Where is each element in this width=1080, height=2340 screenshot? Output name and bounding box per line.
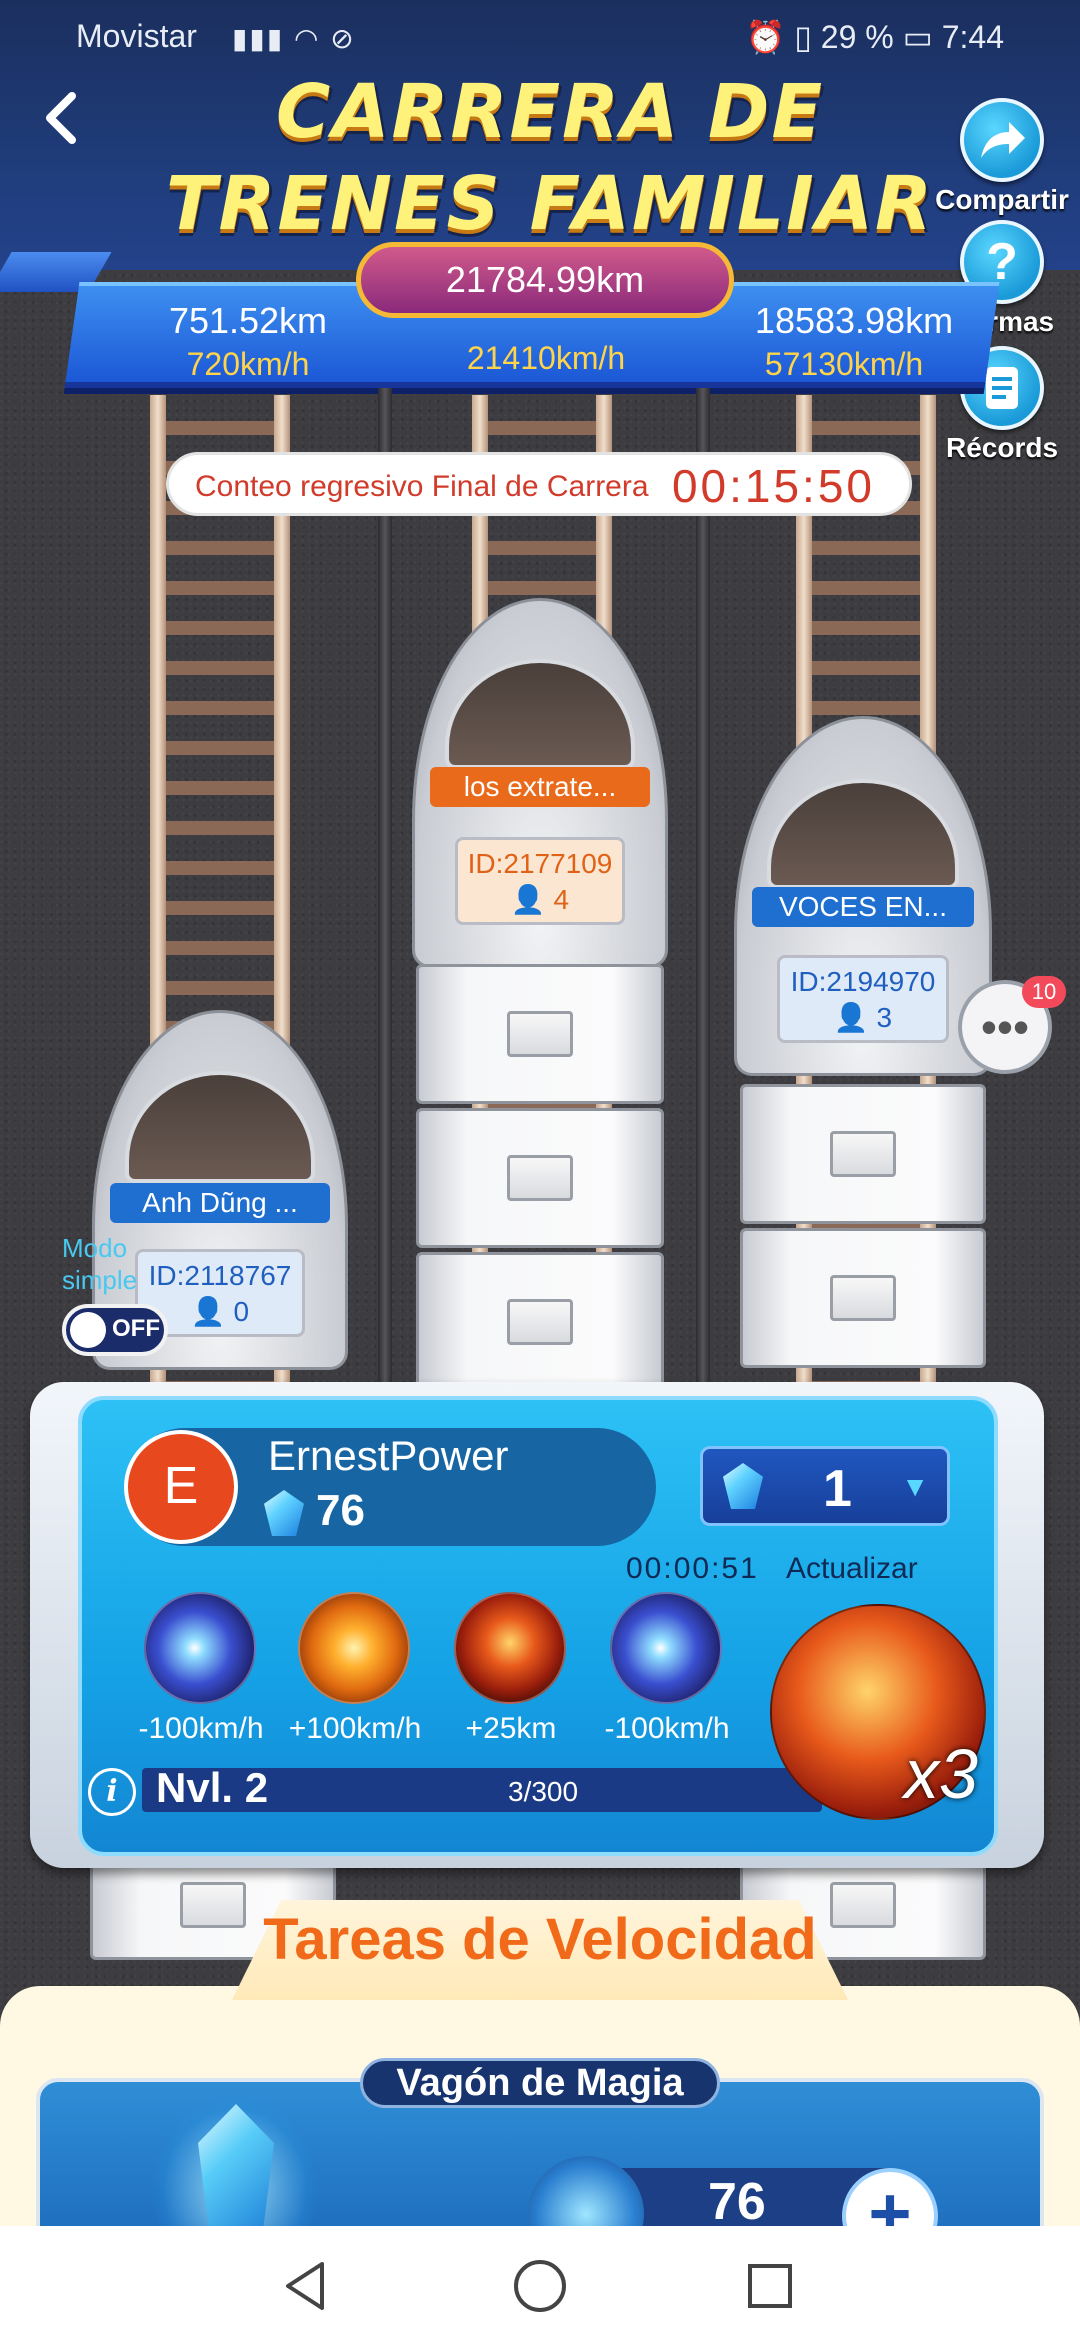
leader-distance-pill: 21784.99km — [356, 242, 734, 318]
skill-effect-label: +25km — [465, 1712, 557, 1745]
system-nav-bar — [0, 2226, 1080, 2340]
train-window — [767, 779, 959, 889]
chevron-left-icon — [46, 92, 76, 144]
person-icon: 👤 — [510, 884, 546, 915]
train-window — [445, 659, 635, 769]
train-car — [416, 1108, 664, 1248]
train-team-2[interactable]: los extrate... ID:2177109 👤 4 — [412, 598, 668, 1392]
person-icon: 👤 — [833, 1002, 869, 1033]
title-line-1: CARRERA DE — [275, 69, 825, 155]
carrier-name: Movistar — [76, 18, 197, 54]
lightning-blue-icon[interactable] — [144, 1592, 256, 1704]
nav-home-icon[interactable] — [510, 2256, 570, 2316]
toggle-knob — [70, 1312, 106, 1348]
signal-wifi-icons: ▮▮▮ ◠ ⊘ — [232, 23, 356, 54]
title-line-2: TRENES FAMILIAR — [166, 161, 934, 247]
share-label: Compartir — [935, 184, 1069, 215]
status-right: ⏰ ▯ 29 % ▭ 7:44 — [746, 18, 1004, 56]
team-name-plate: los extrate... — [430, 767, 650, 807]
vibrate-icon: ▯ — [794, 19, 812, 55]
lane-divider — [696, 388, 710, 1388]
team-name-plate: VOCES EN... — [752, 887, 974, 927]
right-team-speed: 57130km/h — [764, 346, 924, 382]
gem-count: 76 — [316, 1486, 365, 1535]
multiplier-label: x3 — [904, 1735, 978, 1813]
magic-counter-value: 76 — [708, 2173, 766, 2231]
train-car — [740, 1084, 986, 1224]
team-id: ID:2118767 — [148, 1260, 292, 1291]
toggle-state: OFF — [112, 1315, 160, 1342]
battery-icon: ▭ — [902, 19, 933, 55]
team-members: 👤 4 — [510, 884, 570, 915]
train-car — [416, 1252, 664, 1392]
lightning-blue-icon[interactable] — [610, 1592, 722, 1704]
quantity-select[interactable]: 1 ▼ — [700, 1446, 950, 1526]
gem-icon — [723, 1463, 763, 1509]
right-team-distance: 18583.98km — [754, 300, 954, 341]
dropdown-arrow-icon: ▼ — [901, 1471, 929, 1502]
team-id: ID:2194970 — [790, 966, 936, 997]
share-button[interactable]: Compartir — [932, 98, 1072, 216]
chat-unread-badge: 10 — [1022, 976, 1066, 1008]
simple-mode-label: Modo simple — [62, 1233, 138, 1295]
train-window — [125, 1071, 315, 1183]
team-id-card: ID:2194970 👤 3 — [777, 955, 949, 1043]
skill-effect-label: +100km/h — [288, 1712, 422, 1745]
train-nose: los extrate... ID:2177109 👤 4 — [412, 598, 668, 968]
race-countdown: Conteo regresivo Final de Carrera 00:15:… — [166, 452, 912, 516]
team-members: 👤 3 — [833, 1002, 893, 1033]
train-nose: VOCES EN... ID:2194970 👤 3 — [734, 716, 992, 1076]
share-arrow-icon — [960, 98, 1044, 182]
page-title: CARRERA DE TRENES FAMILIAR — [150, 66, 950, 250]
level-progress-text: 3/300 — [508, 1776, 579, 1807]
refresh-link[interactable]: Actualizar — [786, 1552, 918, 1586]
skill-effect-label: -100km/h — [604, 1712, 730, 1745]
left-team-speed: 720km/h — [186, 346, 310, 382]
skill-effect-label: -100km/h — [138, 1712, 264, 1745]
team-id-card: ID:2177109 👤 4 — [455, 837, 625, 925]
clock: 7:44 — [941, 19, 1004, 55]
countdown-time: 00:15:50 — [671, 460, 875, 512]
nav-back-icon[interactable] — [276, 2256, 336, 2316]
tasks-title: Tareas de Velocidad — [263, 1907, 817, 1972]
left-team-distance: 751.52km — [168, 300, 328, 341]
train-car — [740, 1228, 986, 1368]
refresh-timer: 00:00:51 — [626, 1552, 759, 1585]
magic-wagon-title: Vagón de Magia — [360, 2058, 720, 2108]
train-car — [416, 964, 664, 1104]
team-name-plate: Anh Dũng ... — [110, 1183, 330, 1223]
team-id: ID:2177109 — [467, 848, 613, 879]
avatar[interactable]: E — [124, 1430, 238, 1544]
chat-bubble-icon: ••• — [980, 1001, 1030, 1053]
simple-mode-toggle[interactable]: OFF — [62, 1304, 168, 1356]
alarm-icon: ⏰ — [745, 19, 786, 55]
status-bar: Movistar ▮▮▮ ◠ ⊘ ⏰ ▯ 29 % ▭ 7:44 — [0, 0, 1080, 75]
battery-percent: 29 % — [820, 19, 894, 55]
lane-divider — [378, 388, 392, 1388]
info-icon[interactable]: i — [88, 1768, 136, 1816]
leader-speed: 21410km/h — [466, 340, 626, 376]
countdown-label: Conteo regresivo Final de Carrera — [195, 470, 649, 503]
fire-vortex-icon[interactable] — [454, 1592, 566, 1704]
username: ErnestPower — [268, 1432, 509, 1479]
nav-recents-icon[interactable] — [740, 2256, 800, 2316]
fire-burst-icon[interactable] — [298, 1592, 410, 1704]
quantity-value: 1 — [823, 1460, 852, 1518]
records-label: Récords — [945, 432, 1059, 463]
level-label: Nvl. 2 — [156, 1764, 269, 1811]
back-button[interactable] — [40, 88, 104, 158]
train-team-3[interactable]: VOCES EN... ID:2194970 👤 3 — [734, 716, 992, 1368]
person-icon: 👤 — [190, 1296, 226, 1327]
